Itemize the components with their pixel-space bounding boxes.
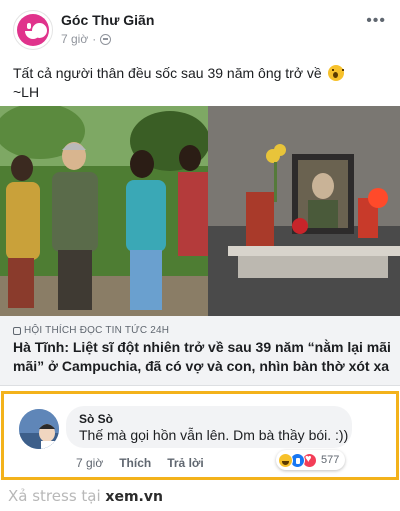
commenter-photo [19, 409, 59, 449]
photo-family-reunion [0, 106, 208, 316]
comment-bubble: Sò Sò Thế mà gọi hồn vẫn lên. Dm bà thầy… [66, 406, 352, 448]
commenter-name[interactable]: Sò Sò [79, 412, 113, 426]
post-header: Góc Thư Giãn 7 giờ · ••• [0, 0, 400, 58]
post-time[interactable]: 7 giờ [61, 32, 88, 46]
post-text: Tất cả người thân đều sốc sau 39 năm ông… [13, 64, 388, 102]
footer: Xả stress tại xem.vn [0, 482, 400, 511]
haha-reaction-icon [278, 452, 293, 468]
post-text-line2: ~LH [13, 84, 40, 100]
link-preview-image[interactable] [0, 106, 400, 316]
commenter-avatar[interactable] [19, 409, 59, 449]
meta-separator: · [92, 32, 97, 46]
page-avatar[interactable] [13, 10, 53, 50]
more-options-icon[interactable]: ••• [366, 12, 386, 30]
watermark-site: xem.vn [105, 489, 163, 505]
wow-emoji-icon [327, 65, 344, 81]
photo-altar [208, 106, 400, 316]
link-card[interactable]: HỘI THÍCH ĐỌC TIN TỨC 24H Hà Tĩnh: Liệt … [0, 316, 400, 386]
family-reunion-illustration [0, 106, 208, 316]
like-comment-button[interactable]: Thích [119, 456, 151, 470]
smiley-logo-icon [17, 14, 49, 46]
reply-comment-button[interactable]: Trả lời [167, 456, 204, 470]
globe-icon [100, 33, 112, 45]
altar-illustration [208, 106, 400, 316]
page-name[interactable]: Góc Thư Giãn [61, 12, 154, 28]
reaction-count: 577 [321, 454, 340, 466]
reaction-summary[interactable]: 577 [276, 450, 346, 470]
link-source: HỘI THÍCH ĐỌC TIN TỨC 24H [13, 325, 169, 336]
comment-time[interactable]: 7 giờ [76, 456, 103, 470]
link-title[interactable]: Hà Tĩnh: Liệt sĩ đột nhiên trở về sau 39… [13, 338, 391, 376]
watermark: Xả stress tại xem.vn [8, 487, 163, 505]
comment-actions: 7 giờ Thích Trả lời [76, 456, 204, 470]
link-source-label: HỘI THÍCH ĐỌC TIN TỨC 24H [24, 325, 170, 336]
watermark-text: Xả stress tại [8, 487, 101, 505]
link-icon [13, 326, 21, 335]
post-meta: 7 giờ · [61, 32, 112, 46]
comment-text: Thế mà gọi hồn vẫn lên. Dm bà thầy bói. … [79, 427, 349, 443]
post-text-line1: Tất cả người thân đều sốc sau 39 năm ông… [13, 65, 322, 81]
highlighted-comment: Sò Sò Thế mà gọi hồn vẫn lên. Dm bà thầy… [1, 391, 399, 480]
